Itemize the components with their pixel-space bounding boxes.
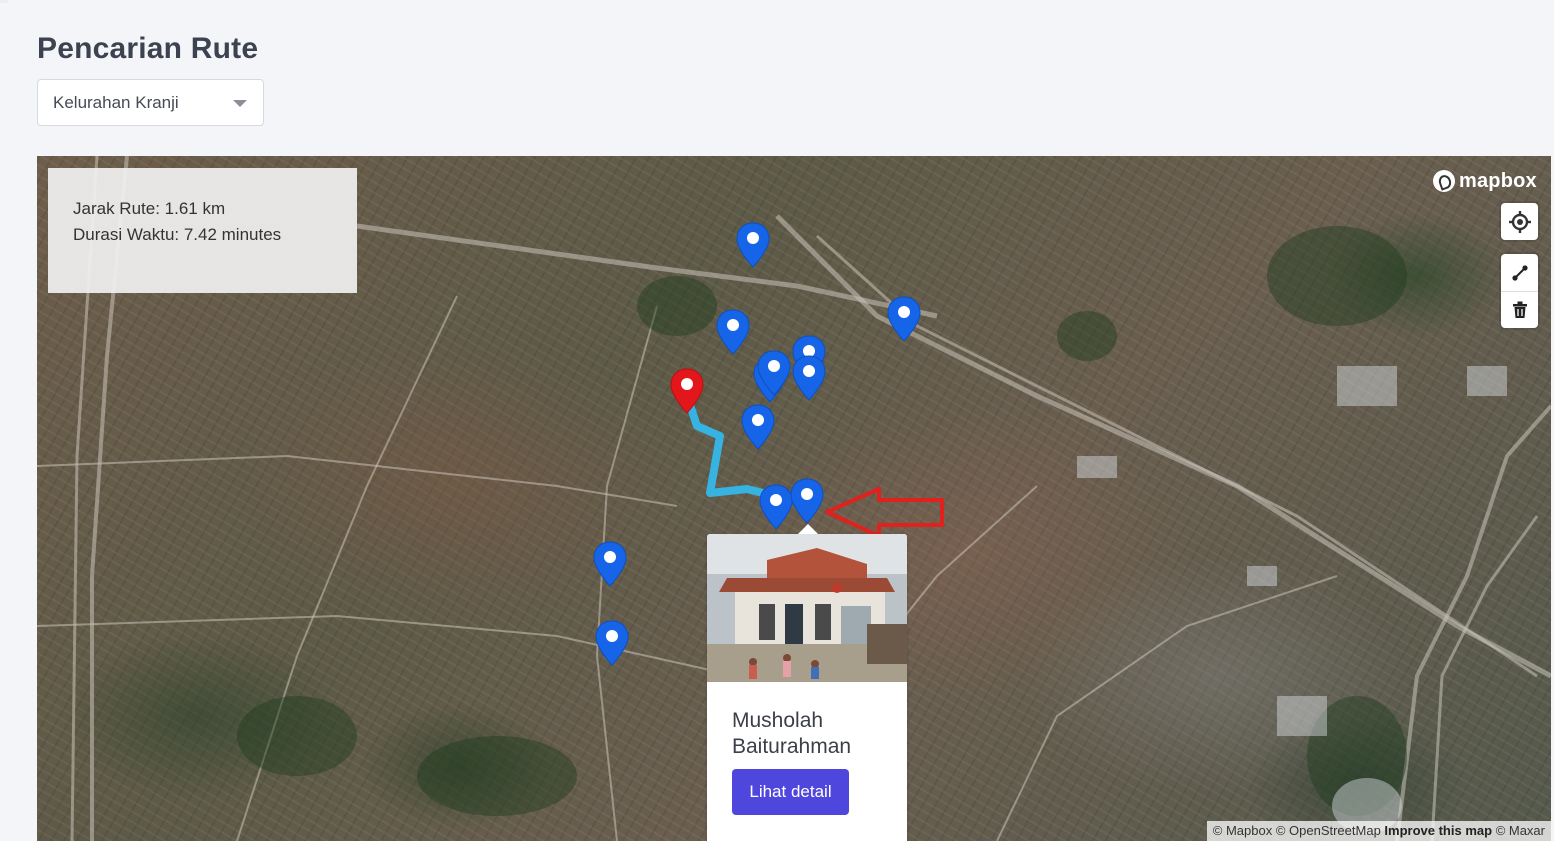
selected-destination-marker[interactable] [789, 478, 825, 524]
location-marker[interactable] [715, 309, 751, 355]
location-marker[interactable] [791, 355, 827, 401]
page-title: Pencarian Rute [37, 32, 259, 65]
draw-line-button[interactable] [1501, 254, 1538, 291]
map-pin-icon [716, 309, 750, 355]
map-pin-icon [736, 222, 770, 268]
map-pin-icon [887, 296, 921, 342]
location-marker[interactable] [592, 541, 628, 587]
draw-control [1501, 254, 1538, 328]
mapbox-icon [1433, 170, 1455, 192]
region-select-value: Kelurahan Kranji [53, 92, 179, 112]
annotation-arrow [825, 487, 944, 538]
target-icon [1508, 210, 1531, 233]
attribution-osm[interactable]: © OpenStreetMap [1276, 823, 1381, 838]
location-marker[interactable] [886, 296, 922, 342]
route-duration: Durasi Waktu: 7.42 minutes [73, 225, 282, 244]
selected-origin-marker[interactable] [669, 368, 705, 414]
map-pin-icon [741, 404, 775, 450]
improve-map-link[interactable]: Improve this map [1384, 823, 1492, 838]
trash-icon [1512, 301, 1527, 318]
map-pin-icon [757, 350, 791, 396]
trash-button[interactable] [1501, 291, 1538, 328]
line-draw-icon [1511, 264, 1528, 281]
place-name: Musholah Baiturahman [732, 709, 852, 758]
location-marker[interactable] [735, 222, 771, 268]
view-detail-button[interactable]: Lihat detail [732, 769, 849, 815]
route-info-panel: Jarak Rute: 1.61 km Durasi Waktu: 7.42 m… [48, 168, 357, 293]
geolocate-control [1501, 203, 1538, 240]
mapbox-logo: mapbox [1433, 168, 1537, 194]
attribution-mapbox[interactable]: © Mapbox [1213, 823, 1272, 838]
map-pin-icon [792, 355, 826, 401]
popup-tip [798, 524, 818, 534]
map[interactable]: Jarak Rute: 1.61 km Durasi Waktu: 7.42 m… [37, 156, 1551, 841]
route-distance: Jarak Rute: 1.61 km [73, 199, 226, 218]
place-photo [707, 534, 907, 682]
map-pin-red-icon [670, 368, 704, 414]
map-pin-icon [595, 620, 629, 666]
map-pin-icon [790, 478, 824, 524]
attribution-maxar[interactable]: © Maxar [1496, 823, 1545, 838]
location-marker[interactable] [756, 350, 792, 396]
geolocate-button[interactable] [1501, 203, 1538, 240]
map-attribution: © Mapbox © OpenStreetMap Improve this ma… [1206, 821, 1551, 841]
region-select[interactable]: Kelurahan Kranji [37, 79, 264, 126]
mapbox-logo-text: mapbox [1459, 169, 1537, 192]
place-popup: Musholah Baiturahman Lihat detail [707, 524, 907, 841]
map-pin-icon [593, 541, 627, 587]
location-marker[interactable] [740, 404, 776, 450]
location-marker[interactable] [594, 620, 630, 666]
chevron-down-icon [233, 100, 247, 107]
